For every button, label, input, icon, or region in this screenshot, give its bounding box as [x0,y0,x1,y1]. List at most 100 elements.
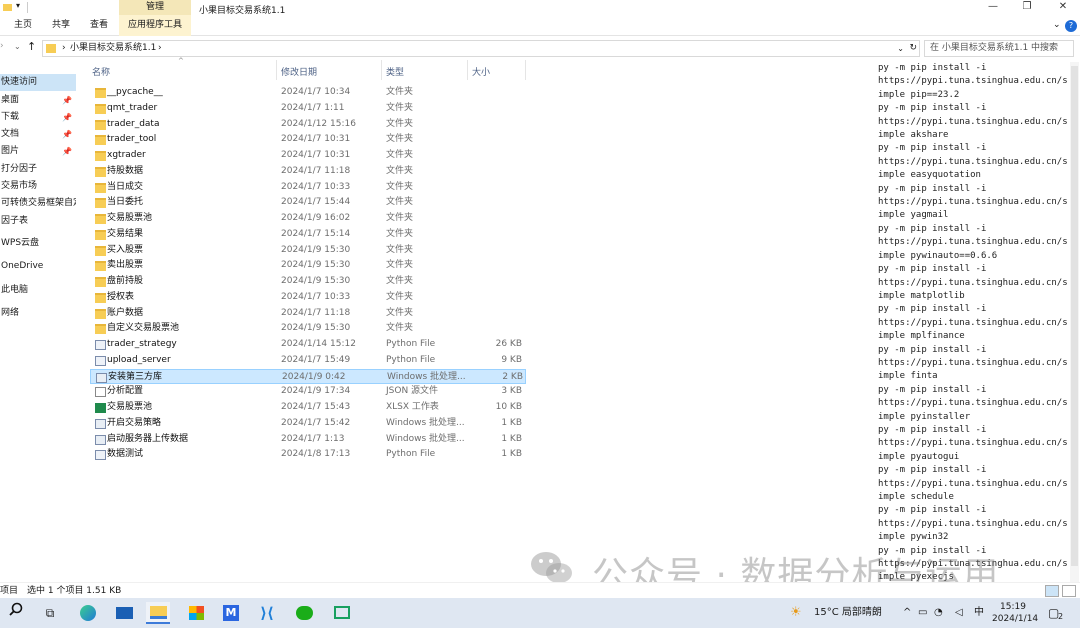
refresh-icon[interactable]: ↻ [909,41,917,56]
sidebar-item-5[interactable]: 打分因子 [0,161,76,178]
table-row[interactable]: 授权表 2024/1/7 10:33 文件夹 [90,290,526,306]
table-row[interactable]: 买入股票 2024/1/9 15:30 文件夹 [90,243,526,259]
terminal-line: imple easyquotation [878,170,981,181]
table-row[interactable]: trader_strategy 2024/1/14 15:12 Python Fil… [90,337,526,353]
help-icon[interactable]: ? [1065,20,1077,32]
minimize-button[interactable]: — [982,1,1004,15]
wechat-icon[interactable] [292,602,316,624]
scrollbar-thumb[interactable] [1071,66,1078,566]
sidebar-item-7[interactable]: 可转债交易框架自定 [0,195,76,212]
file-date: 2024/1/7 15:43 [281,402,351,412]
back-arrow-icon[interactable]: › [0,41,4,51]
column-divider[interactable] [525,60,526,80]
pin-icon[interactable]: 📌 [62,126,72,143]
terminal-line: py -m pip install -i [878,143,987,154]
table-row[interactable]: qmt_trader 2024/1/7 1:11 文件夹 [90,101,526,117]
file-explorer-icon[interactable] [146,602,170,624]
tab-view[interactable]: 查看 [90,15,108,36]
sidebar-item-label: 此电脑 [1,285,29,295]
address-field[interactable]: › 小果目标交易系统1.1 › ⌄ ↻ [42,40,920,57]
table-row[interactable]: 交易股票池 2024/1/9 16:02 文件夹 [90,211,526,227]
weather-text[interactable]: 15°C 局部晴朗 [814,598,882,628]
store-icon[interactable] [184,602,208,624]
column-divider[interactable] [276,60,277,80]
table-row[interactable]: 启动服务器上传数据 2024/1/7 1:13 Windows 批处理... 1 KB [90,432,526,448]
tray-overflow-icon[interactable]: ^ [903,598,911,628]
table-row[interactable]: 交易股票池 2024/1/7 15:43 XLSX 工作表 10 KB [90,400,526,416]
table-row[interactable]: 账户数据 2024/1/7 11:18 文件夹 [90,306,526,322]
mail-icon[interactable] [112,602,136,624]
quick-access-dropdown-icon[interactable]: ▾ [16,1,20,10]
tab-app-tools[interactable]: 应用程序工具 [119,15,191,36]
tab-share[interactable]: 共享 [52,15,70,36]
sidebar-item-0[interactable]: 快速访问 [0,74,76,91]
address-dropdown-icon[interactable]: ⌄ [897,41,904,56]
file-type: JSON 源文件 [386,386,439,397]
input-method-indicator[interactable]: 中 [974,598,984,628]
column-header-date[interactable]: 修改日期 [281,65,317,78]
table-row[interactable]: 持股数据 2024/1/7 11:18 文件夹 [90,164,526,180]
terminal-line: imple pyautogui [878,451,960,462]
sidebar-item-2[interactable]: 下载 📌 [0,109,76,126]
tab-home[interactable]: 主页 [14,15,32,36]
close-button[interactable]: ✕ [1052,1,1074,15]
table-row[interactable]: 自定义交易股票池 2024/1/9 15:30 文件夹 [90,321,526,337]
table-row[interactable]: 开启交易策略 2024/1/7 15:42 Windows 批处理... 1 KB [90,416,526,432]
vscode-icon[interactable]: ⟩⟨ [255,602,279,624]
weather-icon[interactable]: ☀ [790,598,802,628]
table-row[interactable]: trader_data 2024/1/12 15:16 文件夹 [90,117,526,133]
table-row[interactable]: 卖出股票 2024/1/9 15:30 文件夹 [90,258,526,274]
search-input[interactable]: 在 小果目标交易系统1.1 中搜索 [924,40,1074,57]
table-row[interactable]: __pycache__ 2024/1/7 10:34 文件夹 [90,85,526,101]
column-divider[interactable] [381,60,382,80]
sidebar-item-1[interactable]: 桌面 📌 [0,92,76,109]
column-divider[interactable] [467,60,468,80]
quick-access-folder-icon[interactable] [3,4,12,11]
sidebar-item-9[interactable]: WPS云盘 [0,235,76,252]
table-row[interactable]: trader_tool 2024/1/7 10:31 文件夹 [90,132,526,148]
thumbnails-view-icon[interactable] [1062,585,1076,597]
sidebar-item-4[interactable]: 图片 📌 [0,143,76,160]
terminal-line: https://pypi.tuna.tsinghua.edu.cn/s [878,237,1068,248]
search-icon[interactable] [4,602,28,624]
table-row[interactable]: 安装第三方库 2024/1/9 0:42 Windows 批处理... 2 KB [90,368,526,385]
details-view-icon[interactable] [1045,585,1059,597]
pin-icon[interactable]: 📌 [62,92,72,109]
terminal-line: py -m pip install -i [878,505,987,516]
sidebar-item-10[interactable]: OneDrive [0,258,76,275]
network-icon[interactable]: ◔ [934,598,943,628]
table-row[interactable]: 交易结果 2024/1/7 15:14 文件夹 [90,227,526,243]
table-row[interactable]: 分析配置 2024/1/9 17:34 JSON 源文件 3 KB [90,384,526,400]
file-name: 启动服务器上传数据 [107,433,189,444]
up-arrow-icon[interactable]: ↑ [27,40,36,53]
table-row[interactable]: 盘前持股 2024/1/9 15:30 文件夹 [90,274,526,290]
recent-dropdown-icon[interactable]: ⌄ [14,42,21,51]
sidebar-item-11[interactable]: 此电脑 [0,282,76,299]
column-header-type[interactable]: 类型 [386,65,404,78]
edge-browser-icon[interactable] [76,602,100,624]
ribbon-expand-icon[interactable]: ⌄ [1053,20,1061,30]
breadcrumb-chevron-icon[interactable]: › [158,41,162,56]
system-clock[interactable]: 15:19 2024/1/14 [992,601,1038,625]
table-row[interactable]: 当日成交 2024/1/7 10:33 文件夹 [90,180,526,196]
pin-icon[interactable]: 📌 [62,109,72,126]
sidebar-item-3[interactable]: 文档 📌 [0,126,76,143]
breadcrumb[interactable]: 小果目标交易系统1.1 [70,41,156,56]
battery-icon[interactable]: ▭ [918,598,927,628]
maximize-button[interactable]: ❐ [1016,1,1038,15]
sidebar-item-12[interactable]: 网络 [0,305,76,322]
volume-icon[interactable]: ◁ [955,598,963,628]
app-m-icon[interactable]: M [219,602,243,624]
column-header-size[interactable]: 大小 [472,65,490,78]
table-row[interactable]: upload_server 2024/1/7 15:49 Python File 9 … [90,353,526,369]
app-window-icon[interactable] [330,602,354,624]
task-view-icon[interactable]: ⧉ [38,602,62,624]
table-row[interactable]: 当日委托 2024/1/7 15:44 文件夹 [90,195,526,211]
sidebar-item-8[interactable]: 因子表 [0,213,76,230]
table-row[interactable]: xgtrader 2024/1/7 10:31 文件夹 [90,148,526,164]
column-header-name[interactable]: 名称 [92,65,110,78]
pin-icon[interactable]: 📌 [62,143,72,160]
sidebar-item-6[interactable]: 交易市场 [0,178,76,195]
table-row[interactable]: 数据测试 2024/1/8 17:13 Python File 1 KB [90,447,526,463]
file-name: 盘前持股 [107,276,144,286]
